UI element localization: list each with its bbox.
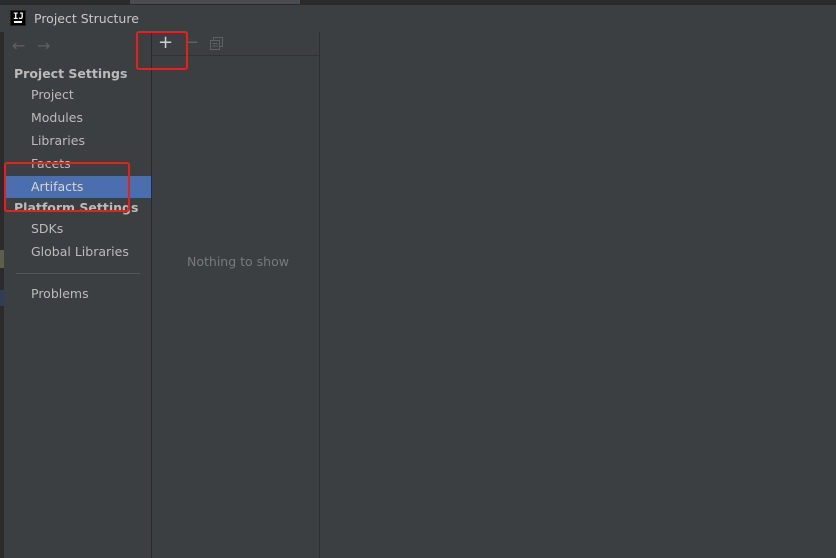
highlight-box-add (136, 31, 188, 70)
back-arrow-icon[interactable]: ← (12, 36, 25, 55)
sidebar-item-global-libraries[interactable]: Global Libraries (4, 241, 151, 263)
sidebar-item-problems[interactable]: Problems (4, 283, 151, 305)
settings-sidebar: ← → Project Settings Project Modules Lib… (4, 32, 151, 558)
sidebar-item-modules[interactable]: Modules (4, 107, 151, 129)
sidebar-item-project[interactable]: Project (4, 84, 151, 106)
highlight-box-artifacts (4, 162, 130, 212)
empty-state-text: Nothing to show (187, 254, 289, 269)
copy-icon[interactable] (210, 37, 223, 50)
sidebar-item-sdks[interactable]: SDKs (4, 218, 151, 240)
window-title: Project Structure (34, 11, 139, 26)
forward-arrow-icon[interactable]: → (37, 36, 50, 55)
details-pane (320, 32, 836, 558)
artifacts-list-pane: + − Nothing to show (152, 32, 319, 558)
editor-tab-remnant (130, 0, 300, 4)
title-bar: IJ Project Structure (0, 5, 836, 32)
project-settings-heading: Project Settings (14, 66, 128, 81)
sidebar-item-libraries[interactable]: Libraries (4, 130, 151, 152)
intellij-idea-icon: IJ (10, 10, 26, 26)
sidebar-separator (16, 273, 140, 274)
